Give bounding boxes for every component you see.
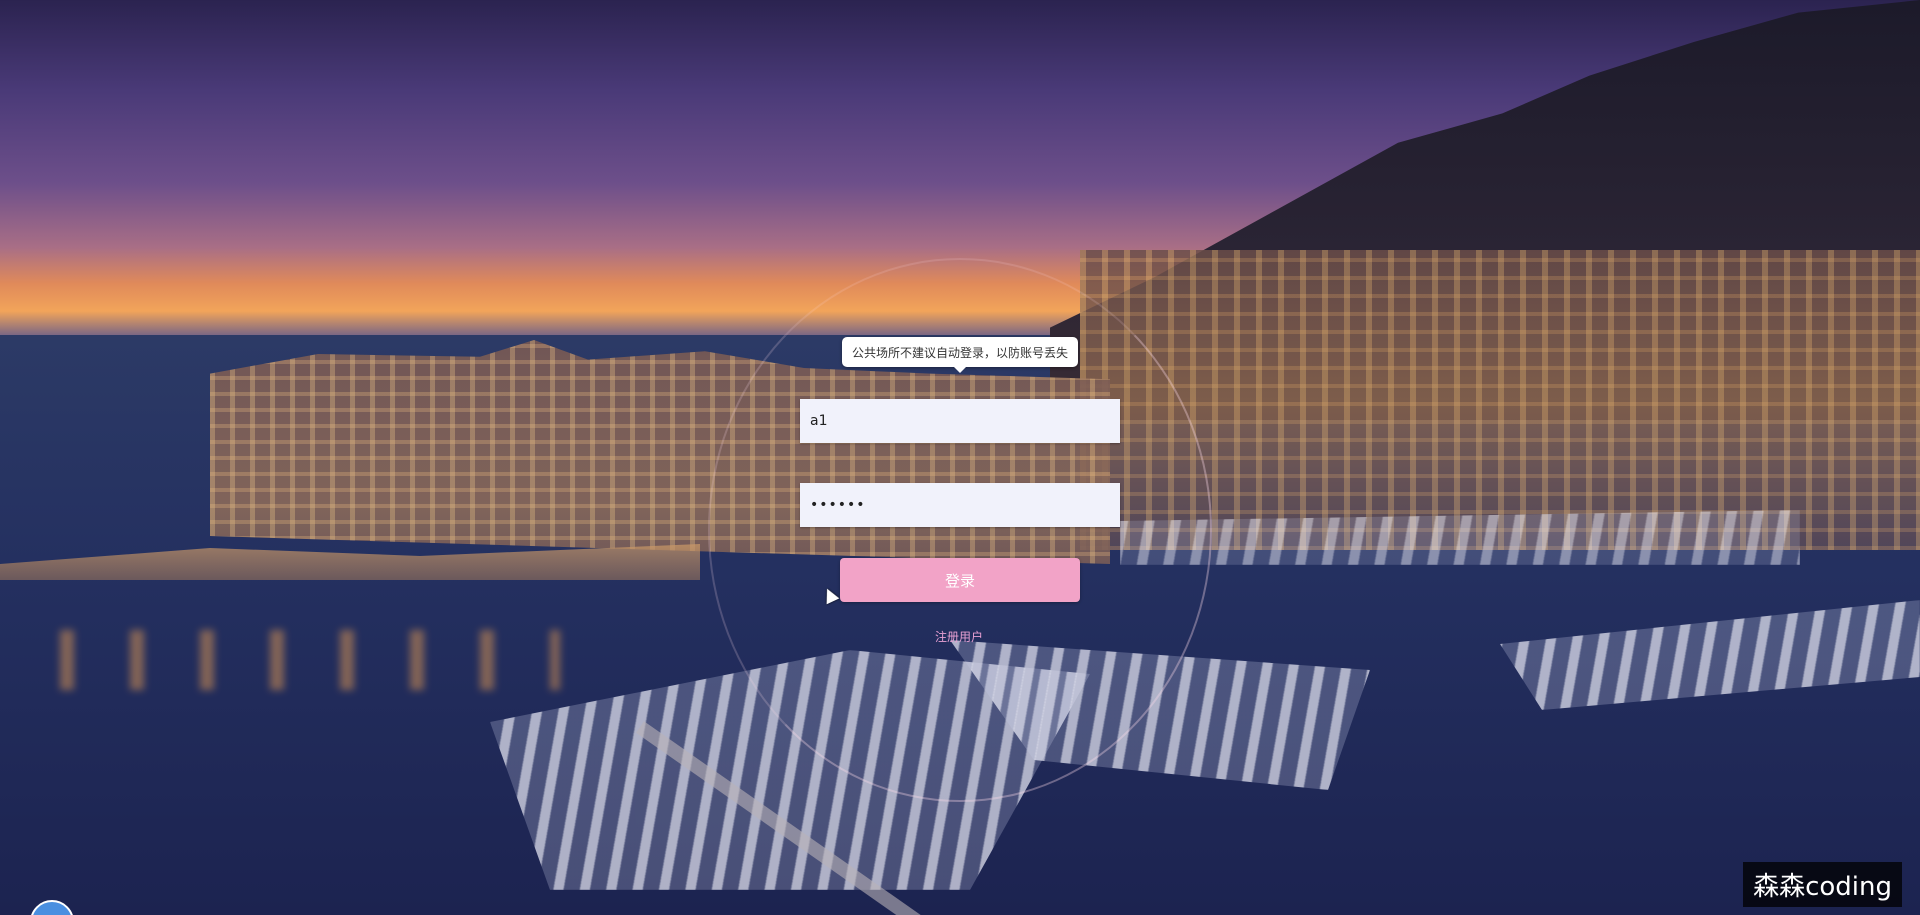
register-link[interactable]: 注册用户 [935, 628, 983, 645]
background-light-reflection [60, 630, 560, 690]
watermark: 森森coding [1743, 862, 1902, 907]
auto-login-warning-tooltip: 公共场所不建议自动登录，以防账号丢失 [842, 337, 1078, 367]
username-input[interactable] [800, 399, 1120, 443]
tooltip-text: 公共场所不建议自动登录，以防账号丢失 [851, 345, 1068, 360]
login-page: 公共场所不建议自动登录，以防账号丢失 登录 注册用户 森森coding [0, 0, 1920, 915]
login-button[interactable]: 登录 [840, 558, 1080, 602]
password-input[interactable] [800, 483, 1120, 527]
